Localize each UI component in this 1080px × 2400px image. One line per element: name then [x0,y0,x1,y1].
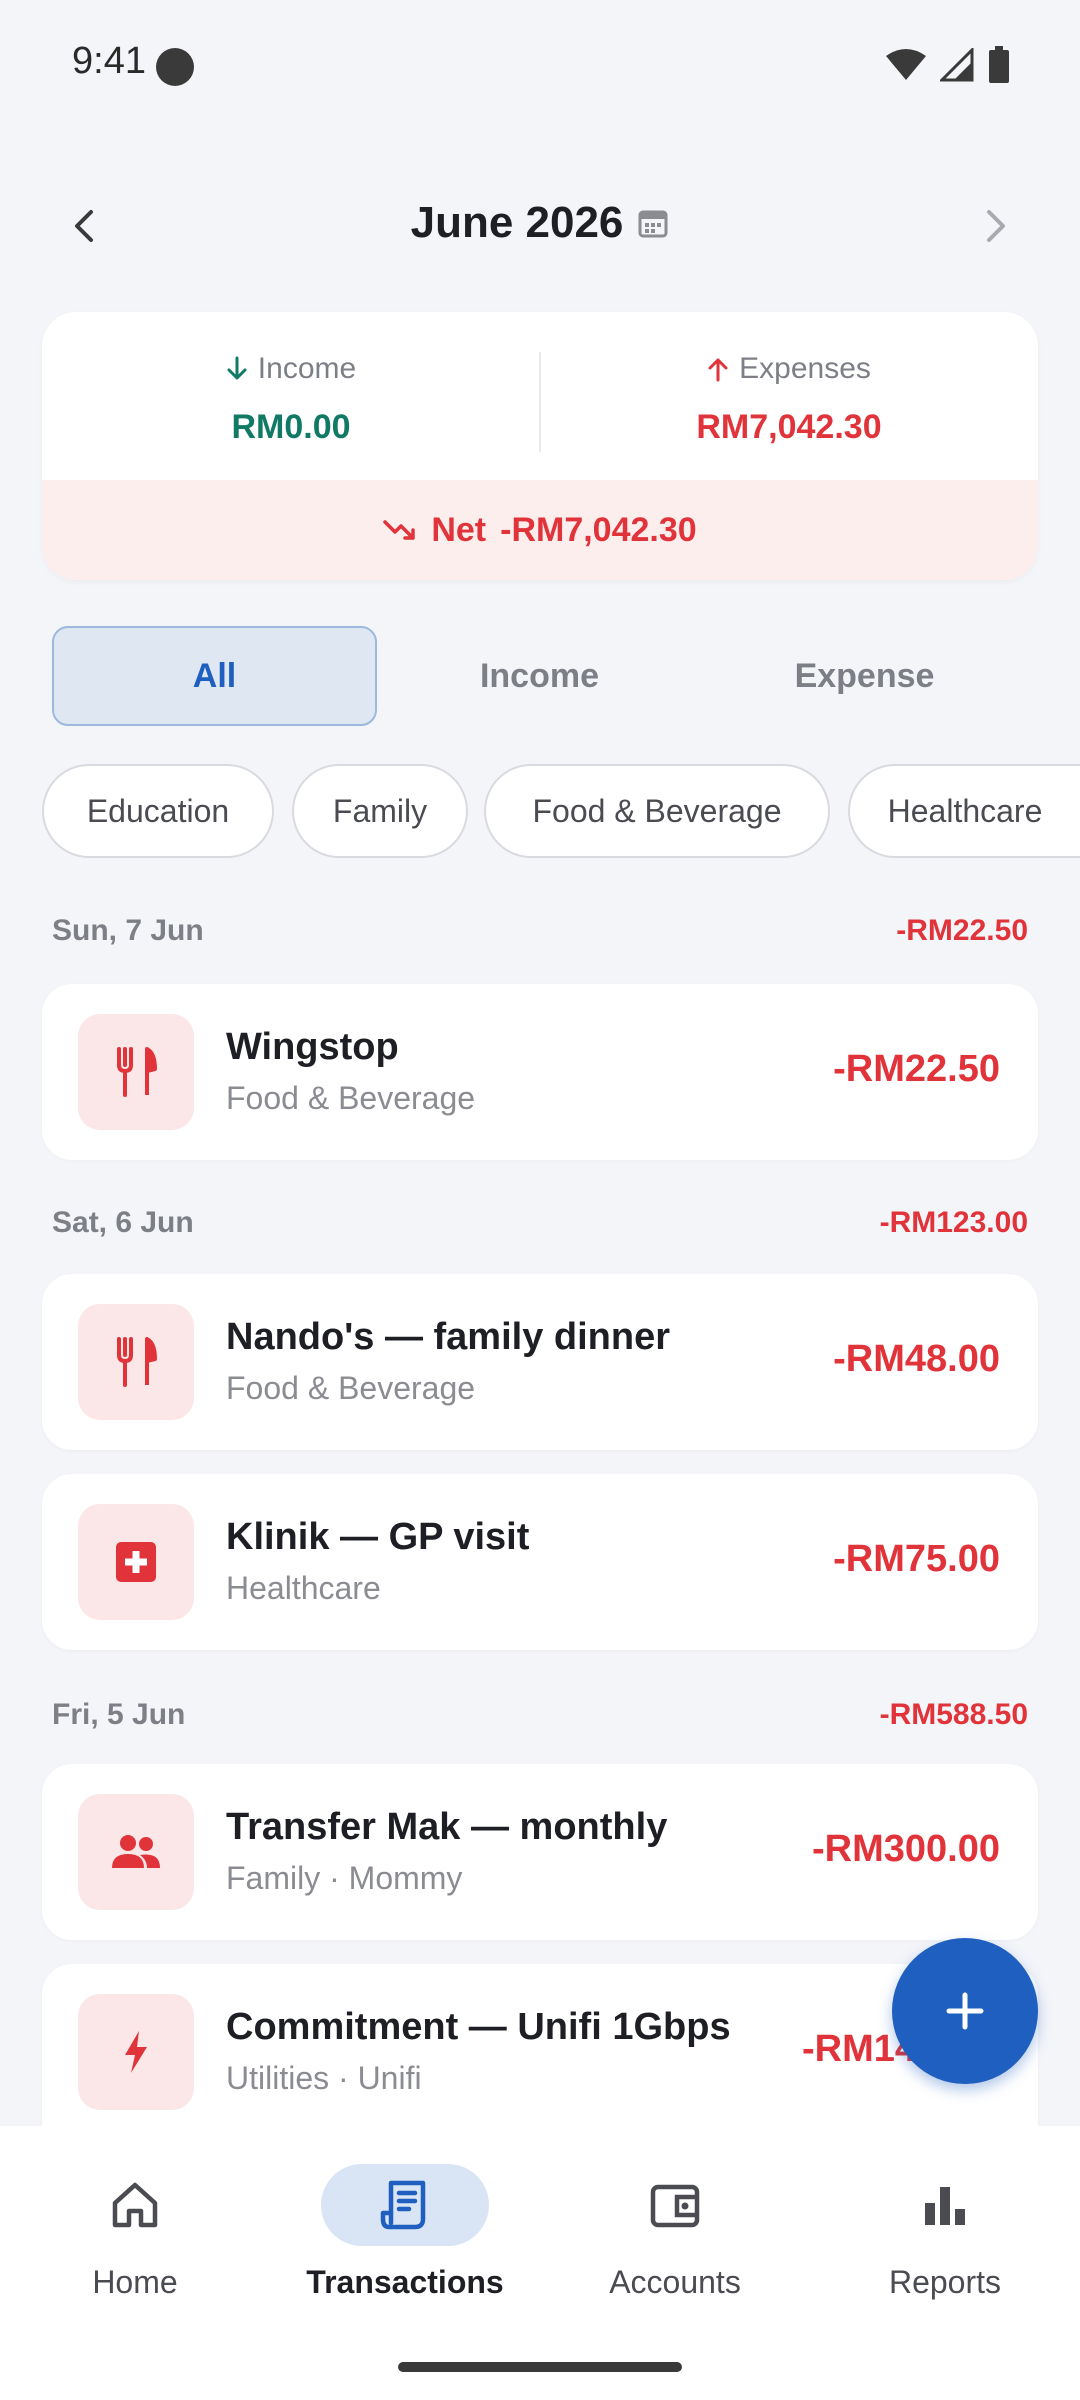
day-total: -RM588.50 [879,1698,1028,1731]
day-header: Fri, 5 Jun -RM588.50 [52,1698,1028,1748]
status-icons [886,46,1010,84]
bottom-navigation: Home Transactions Accounts Reports [0,2126,1080,2400]
segment-all[interactable]: All [52,626,377,726]
chip-education[interactable]: Education [42,764,274,858]
income-summary-label: Income [42,352,540,386]
nav-home-label: Home [92,2264,178,2300]
status-bar: 9:41 [0,0,1080,130]
transaction-category: Food & Beverage [226,1080,476,1116]
transaction-amount: -RM48.00 [833,1338,1000,1380]
arrow-down-icon [227,356,247,380]
arrow-up-icon [708,358,728,382]
month-title[interactable]: June 2026 [0,198,1080,250]
segment-expense[interactable]: Expense [702,626,1027,726]
net-amount: -RM7,042.30 [500,510,697,549]
day-label: Fri, 5 Jun [52,1698,186,1731]
segment-income[interactable]: Income [377,626,702,726]
income-label: Income [257,352,357,385]
type-filter-segment: All Income Expense [52,626,1028,726]
transaction-category: Healthcare [226,1570,381,1606]
day-total: -RM123.00 [879,1206,1028,1239]
expenses-summary: Expenses RM7,042.30 [540,352,1038,447]
income-amount: RM0.00 [231,408,351,446]
chip-family[interactable]: Family [292,764,468,858]
day-label: Sun, 7 Jun [52,914,204,947]
day-label: Sat, 6 Jun [52,1206,194,1239]
transaction-category: Family · Mommy [226,1860,463,1896]
nav-accounts-label: Accounts [609,2264,741,2300]
day-header: Sat, 6 Jun -RM123.00 [52,1206,1028,1256]
day-header: Sun, 7 Jun -RM22.50 [52,914,1028,964]
day-total: -RM22.50 [896,914,1028,947]
status-time: 9:41 [72,40,146,82]
cellular-signal-icon [940,48,974,82]
battery-icon [989,46,1009,83]
home-indicator [398,2362,682,2372]
month-label: June 2026 [410,198,624,247]
expenses-amount: RM7,042.30 [696,408,882,446]
transaction-card[interactable]: Klinik — GP visit Healthcare -RM75.00 [42,1474,1038,1650]
add-transaction-button[interactable] [892,1938,1038,2084]
chevron-right-icon [987,210,1005,242]
status-indicator-dot [156,48,194,86]
transaction-amount: -RM75.00 [833,1538,1000,1580]
fork-knife-icon [78,1304,194,1420]
transaction-card[interactable]: Transfer Mak — monthly Family · Mommy -R… [42,1764,1038,1940]
bar-chart-icon [861,2164,1029,2246]
month-selector: June 2026 [0,180,1080,270]
transaction-title: Nando's — family dinner [226,1316,670,1358]
transaction-amount: -RM300.00 [812,1828,1000,1870]
net-label: Net [431,510,487,549]
people-icon [78,1794,194,1910]
chip-healthcare[interactable]: Healthcare [848,764,1080,858]
receipt-icon [321,2164,489,2246]
home-icon [51,2164,219,2246]
next-month-button[interactable] [968,198,1024,254]
transaction-card[interactable]: Wingstop Food & Beverage -RM22.50 [42,984,1038,1160]
nav-transactions-label: Transactions [306,2264,504,2300]
transaction-card[interactable]: Nando's — family dinner Food & Beverage … [42,1274,1038,1450]
nav-accounts[interactable]: Accounts [540,2164,810,2314]
transaction-amount: -RM22.50 [833,1048,1000,1090]
transaction-category: Food & Beverage [226,1370,476,1406]
calendar-icon [637,200,669,250]
trending-down-icon [383,520,416,540]
lightning-icon [78,1994,194,2110]
transaction-title: Klinik — GP visit [226,1516,530,1558]
net-band: Net -RM7,042.30 [42,480,1038,580]
nav-home[interactable]: Home [0,2164,270,2314]
nav-reports-label: Reports [888,2264,1002,2300]
transaction-card[interactable]: Commitment — Unifi 1Gbps Utilities · Uni… [42,1964,1038,2126]
transaction-title: Wingstop [226,1026,399,1068]
expenses-label: Expenses [739,352,871,385]
wifi-icon [886,49,926,80]
fork-knife-icon [78,1014,194,1130]
summary-card: Income RM0.00 Expenses RM7,042.30 Net -R… [42,312,1038,580]
chip-food-beverage[interactable]: Food & Beverage [484,764,830,858]
nav-transactions[interactable]: Transactions [270,2164,540,2314]
medical-cross-icon [78,1504,194,1620]
nav-reports[interactable]: Reports [810,2164,1080,2314]
wallet-icon [591,2164,759,2246]
expenses-summary-label: Expenses [540,352,1038,386]
plus-icon [946,1992,984,2030]
transaction-category: Utilities · Unifi [226,2060,422,2096]
income-summary: Income RM0.00 [42,352,540,447]
transaction-title: Transfer Mak — monthly [226,1806,668,1848]
transaction-title: Commitment — Unifi 1Gbps [226,2006,731,2048]
